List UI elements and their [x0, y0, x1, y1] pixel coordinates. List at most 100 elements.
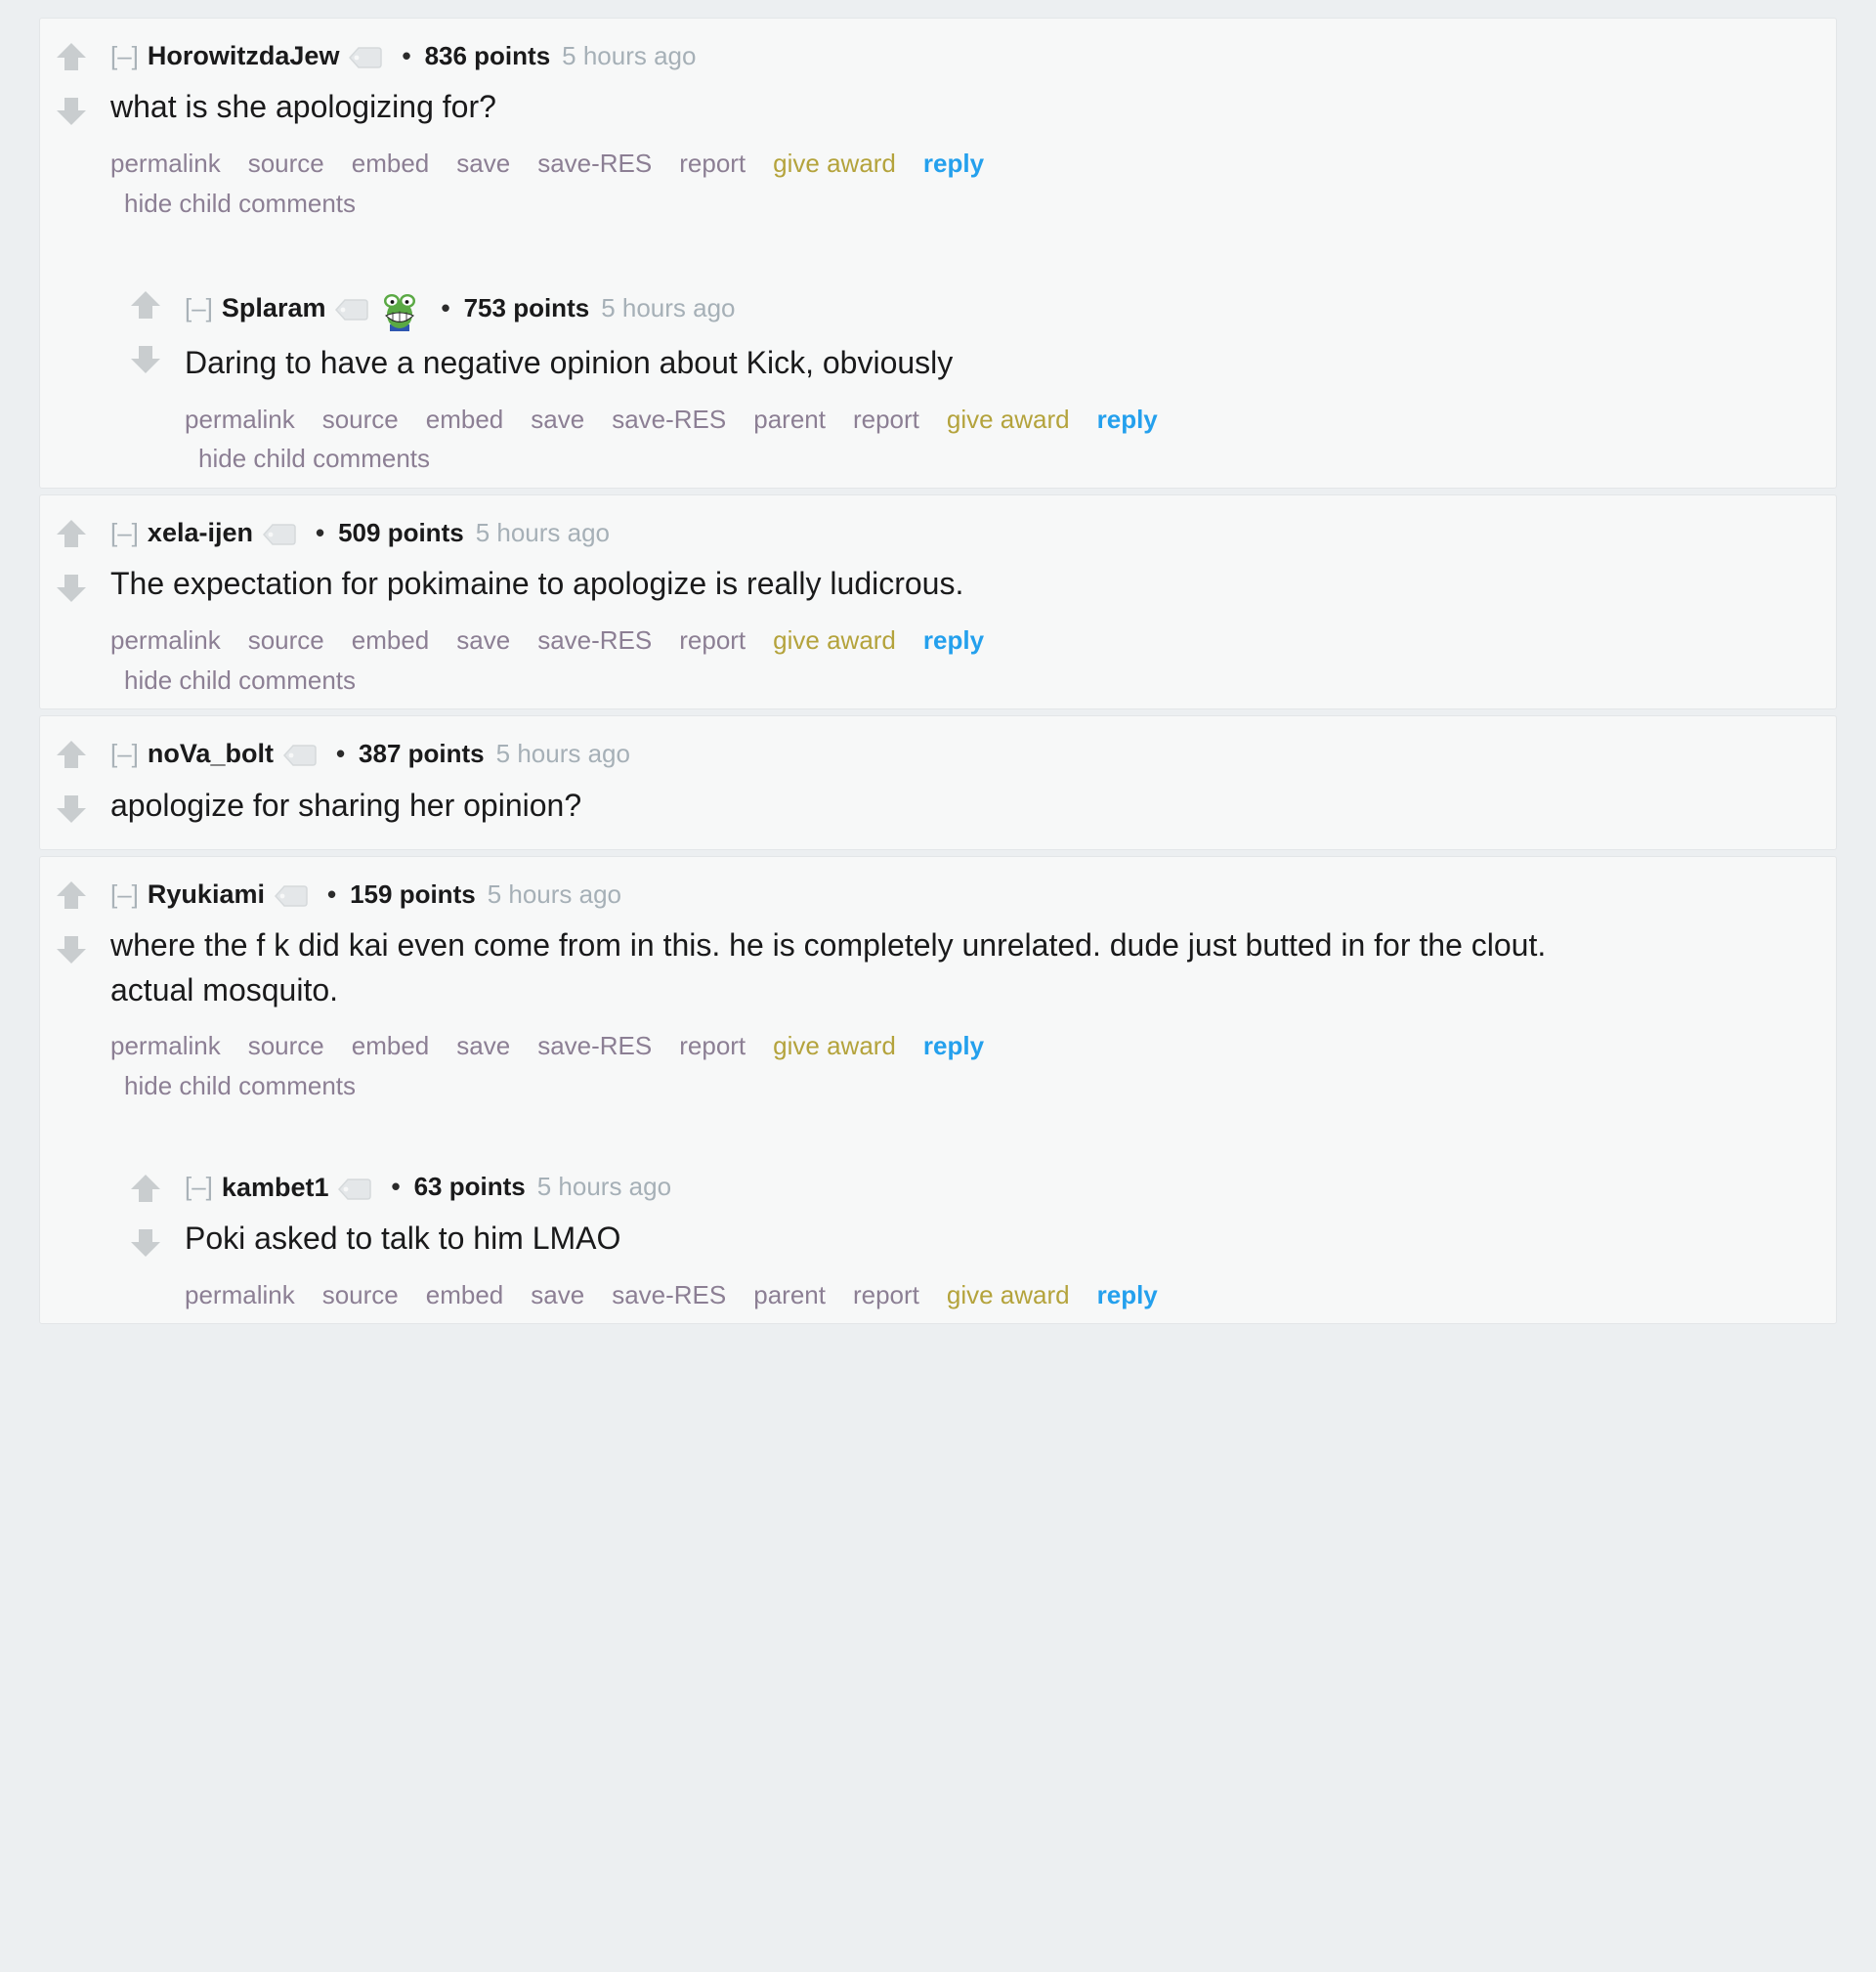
comment-score: 509 points [338, 517, 464, 547]
user-tag-icon[interactable] [282, 744, 317, 767]
comment-actions: permalink source embed save save-RES report gi… [110, 1028, 1797, 1104]
comment-content: [–] noVa_bolt • 387 points 5 hours ago a… [110, 738, 1836, 849]
upvote-arrow-icon[interactable] [55, 40, 88, 73]
parent-link[interactable]: parent [753, 1280, 826, 1309]
user-tag-icon[interactable] [335, 298, 369, 322]
hide-child-comments-link[interactable]: hide child comments [124, 665, 356, 695]
reply-link[interactable]: reply [923, 149, 984, 178]
permalink-link[interactable]: permalink [185, 1280, 295, 1309]
downvote-arrow-icon[interactable] [55, 95, 88, 128]
downvote-arrow-icon[interactable] [129, 343, 162, 376]
upvote-arrow-icon[interactable] [55, 879, 88, 912]
save-res-link[interactable]: save-RES [537, 149, 652, 178]
downvote-arrow-icon[interactable] [129, 1226, 162, 1260]
report-link[interactable]: report [853, 1280, 919, 1309]
tagline-separator: • [441, 292, 450, 322]
embed-link[interactable]: embed [352, 625, 430, 655]
vote-controls [40, 879, 103, 966]
report-link[interactable]: report [679, 149, 746, 178]
give-award-link[interactable]: give award [947, 405, 1070, 434]
upvote-arrow-icon[interactable] [129, 1172, 162, 1205]
upvote-arrow-icon[interactable] [55, 738, 88, 771]
save-res-link[interactable]: save-RES [612, 405, 726, 434]
save-link[interactable]: save [456, 149, 510, 178]
comment-author[interactable]: kambet1 [222, 1172, 329, 1203]
embed-link[interactable]: embed [426, 1280, 504, 1309]
save-link[interactable]: save [531, 405, 584, 434]
report-link[interactable]: report [853, 405, 919, 434]
save-res-link[interactable]: save-RES [537, 625, 652, 655]
vote-controls [40, 40, 103, 128]
save-link[interactable]: save [456, 1031, 510, 1060]
pepe-frog-emoji-icon [380, 292, 419, 332]
collapse-toggle[interactable]: [–] [110, 879, 139, 910]
upvote-arrow-icon[interactable] [129, 288, 162, 322]
save-link[interactable]: save [456, 625, 510, 655]
embed-link[interactable]: embed [352, 1031, 430, 1060]
hide-child-comments-link[interactable]: hide child comments [124, 1071, 356, 1100]
collapse-toggle[interactable]: [–] [110, 739, 139, 769]
comment-timestamp: 5 hours ago [601, 292, 736, 322]
comment-horowitzdajew: [–] HorowitzdaJew • 836 points 5 hours a… [40, 19, 1836, 232]
reply-link[interactable]: reply [1097, 405, 1158, 434]
collapse-toggle[interactable]: [–] [185, 1172, 213, 1202]
downvote-arrow-icon[interactable] [55, 572, 88, 605]
save-link[interactable]: save [531, 1280, 584, 1309]
tagline-separator: • [335, 738, 346, 768]
tagline-separator: • [315, 517, 325, 547]
comment-score: 836 points [424, 40, 551, 70]
source-link[interactable]: source [248, 149, 324, 178]
report-link[interactable]: report [679, 1031, 746, 1060]
comment-body: where the f k did kai even come from in … [110, 923, 1566, 1012]
source-link[interactable]: source [248, 625, 324, 655]
reply-link[interactable]: reply [923, 625, 984, 655]
downvote-arrow-icon[interactable] [55, 933, 88, 966]
save-res-link[interactable]: save-RES [612, 1280, 726, 1309]
user-tag-icon[interactable] [349, 46, 383, 69]
comment-tagline: [–] Ryukiami • 159 points 5 hours ago [110, 879, 1797, 910]
give-award-link[interactable]: give award [773, 625, 896, 655]
comment-score: 159 points [350, 879, 476, 909]
report-link[interactable]: report [679, 625, 746, 655]
upvote-arrow-icon[interactable] [55, 517, 88, 550]
collapse-toggle[interactable]: [–] [110, 518, 139, 548]
reply-link[interactable]: reply [1097, 1280, 1158, 1309]
parent-link[interactable]: parent [753, 405, 826, 434]
give-award-link[interactable]: give award [773, 1031, 896, 1060]
user-tag-icon[interactable] [274, 884, 308, 908]
user-tag-icon[interactable] [338, 1178, 372, 1201]
comment-author[interactable]: HorowitzdaJew [148, 40, 340, 71]
comment-author[interactable]: Splaram [222, 292, 326, 323]
save-res-link[interactable]: save-RES [537, 1031, 652, 1060]
hide-child-comments-link[interactable]: hide child comments [124, 189, 356, 218]
comment-content: [–] xela-ijen • 509 points 5 hours ago T… [110, 517, 1836, 699]
permalink-link[interactable]: permalink [110, 149, 221, 178]
comment-body: what is she apologizing for? [110, 85, 1615, 129]
user-tag-icon[interactable] [262, 523, 296, 546]
give-award-link[interactable]: give award [773, 149, 896, 178]
reply-link[interactable]: reply [923, 1031, 984, 1060]
source-link[interactable]: source [322, 405, 399, 434]
comment-tagline: [–] xela-ijen • 509 points 5 hours ago [110, 517, 1797, 548]
comment-timestamp: 5 hours ago [475, 517, 611, 547]
collapse-toggle[interactable]: [–] [185, 293, 213, 323]
permalink-link[interactable]: permalink [110, 1031, 221, 1060]
hide-child-comments-link[interactable]: hide child comments [198, 444, 430, 473]
comment-timestamp: 5 hours ago [562, 40, 697, 70]
comment-author[interactable]: xela-ijen [148, 517, 253, 548]
comment-author[interactable]: Ryukiami [148, 879, 265, 910]
permalink-link[interactable]: permalink [185, 405, 295, 434]
comment-timestamp: 5 hours ago [495, 738, 630, 768]
embed-link[interactable]: embed [426, 405, 504, 434]
source-link[interactable]: source [322, 1280, 399, 1309]
comment-author[interactable]: noVa_bolt [148, 738, 274, 769]
give-award-link[interactable]: give award [947, 1280, 1070, 1309]
vote-controls [114, 1172, 177, 1260]
embed-link[interactable]: embed [352, 149, 430, 178]
comment-card: [–] Ryukiami • 159 points 5 hours ago wh… [39, 856, 1837, 1325]
downvote-arrow-icon[interactable] [55, 793, 88, 826]
permalink-link[interactable]: permalink [110, 625, 221, 655]
collapse-toggle[interactable]: [–] [110, 41, 139, 71]
comment-actions: permalink source embed save save-RES parent re… [185, 1277, 1797, 1314]
source-link[interactable]: source [248, 1031, 324, 1060]
